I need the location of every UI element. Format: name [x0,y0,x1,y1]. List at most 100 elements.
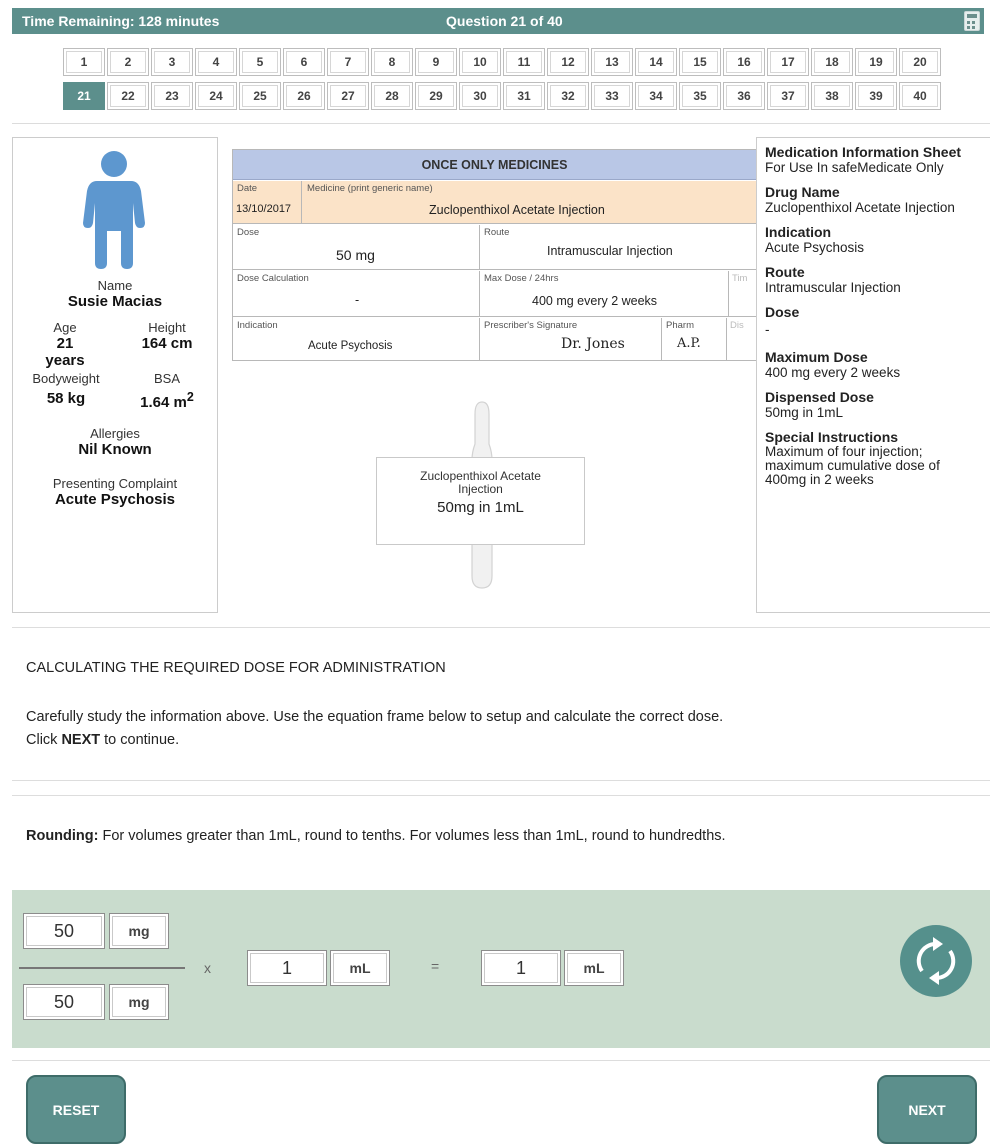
question-button-28[interactable]: 28 [371,82,413,110]
question-button-9[interactable]: 9 [415,48,457,76]
drug-name-label: Drug Name [765,184,840,200]
question-button-8[interactable]: 8 [371,48,413,76]
question-button-14[interactable]: 14 [635,48,677,76]
question-button-33[interactable]: 33 [591,82,633,110]
once-only-medicines-chart: ONCE ONLY MEDICINES Date 13/10/2017 Medi… [232,149,757,361]
info-indication: Acute Psychosis [765,240,865,255]
info-dispensed-label: Dispensed Dose [765,389,874,405]
info-dose-label: Dose [765,304,800,320]
question-button-34[interactable]: 34 [635,82,677,110]
question-button-12[interactable]: 12 [547,48,589,76]
next-button[interactable]: NEXT [877,1075,977,1144]
time-remaining: Time Remaining: 128 minutes [22,13,220,29]
question-button-6[interactable]: 6 [283,48,325,76]
question-button-31[interactable]: 31 [503,82,545,110]
question-button-11[interactable]: 11 [503,48,545,76]
info-max-dose-label: Maximum Dose [765,349,868,365]
chart-row-dose: Dose 50 mg Route Intramuscular Injection [233,225,756,270]
question-button-15[interactable]: 15 [679,48,721,76]
chart-row-calculation: Dose Calculation - Max Dose / 24hrs 400 … [233,271,756,317]
age-label: Age [53,320,77,335]
result-unit-input[interactable]: mL [564,950,624,986]
ampoule-form: Injection [458,482,503,496]
question-button-23[interactable]: 23 [151,82,193,110]
fraction-line [19,967,185,969]
patient-allergies: Nil Known [78,441,152,458]
dispensed-label: Dis [730,320,744,331]
question-button-32[interactable]: 32 [547,82,589,110]
info-max-dose: 400 mg every 2 weeks [765,365,901,380]
chart-row-indication: Indication Acute Psychosis Prescriber's … [233,318,756,361]
multiply-sign: x [204,960,211,976]
question-button-22[interactable]: 22 [107,82,149,110]
bsa-label: BSA [153,371,180,386]
question-button-26[interactable]: 26 [283,82,325,110]
numerator-value-input[interactable]: 50 [23,913,105,949]
divider [12,123,990,124]
question-button-27[interactable]: 27 [327,82,369,110]
patient-panel: Name Susie Macias Age 21 years Height 16… [12,137,218,613]
question-button-35[interactable]: 35 [679,82,721,110]
prescriber-signature: Dr. Jones [561,336,625,352]
pharm-label: Pharm [666,320,694,331]
question-button-19[interactable]: 19 [855,48,897,76]
patient-name: Susie Macias [67,293,163,310]
instructions-panel: CALCULATING THE REQUIRED DOSE FOR ADMINI… [12,627,990,781]
reset-button[interactable]: RESET [26,1075,126,1144]
question-button-5[interactable]: 5 [239,48,281,76]
numerator-unit-input[interactable]: mg [109,913,169,949]
question-button-7[interactable]: 7 [327,48,369,76]
medicine-label: Medicine (print generic name) [307,183,433,194]
drug-name: Zuclopenthixol Acetate Injection [765,200,955,215]
question-button-36[interactable]: 36 [723,82,765,110]
denominator-value-input[interactable]: 50 [23,984,105,1020]
multiplier-value-input[interactable]: 1 [247,950,327,986]
patient-bodyweight: 58 kg [46,390,86,407]
question-row-1: 1 2 3 4 5 6 7 8 9 10 11 12 13 14 15 16 17 18 19 20 [63,48,943,76]
multiplier-unit-input[interactable]: mL [330,950,390,986]
question-navigator: 1 2 3 4 5 6 7 8 9 10 11 12 13 14 15 16 17 18 19 20 21 22 23 24… [63,48,943,116]
complaint-label: Presenting Complaint [52,476,178,491]
denominator-unit-input[interactable]: mg [109,984,169,1020]
result-value-input[interactable]: 1 [481,950,561,986]
chart-row-medicine: Date 13/10/2017 Medicine (print generic … [233,181,756,224]
question-button-21[interactable]: 21 [63,82,105,110]
rounding-label: Rounding: [26,828,99,844]
info-title: Medication Information Sheet [765,144,962,160]
ampoule-strength: 50mg in 1mL [437,499,524,516]
chart-indication: Acute Psychosis [308,340,393,352]
calculator-icon[interactable] [964,11,980,31]
bodyweight-label: Bodyweight [32,371,100,386]
dose-calc-label: Dose Calculation [237,273,309,284]
question-button-38[interactable]: 38 [811,82,853,110]
question-button-37[interactable]: 37 [767,82,809,110]
bsa-superscript: 2 [186,390,194,404]
question-button-24[interactable]: 24 [195,82,237,110]
question-button-18[interactable]: 18 [811,48,853,76]
question-button-17[interactable]: 17 [767,48,809,76]
equals-sign: = [431,958,440,974]
height-label: Height [148,320,186,335]
question-button-16[interactable]: 16 [723,48,765,76]
question-button-13[interactable]: 13 [591,48,633,76]
question-row-2: 21 22 23 24 25 26 27 28 29 30 31 32 33 34 35 36 37 38 39 40 [63,82,943,110]
patient-height: 164 cm [141,335,193,352]
question-button-39[interactable]: 39 [855,82,897,110]
question-button-30[interactable]: 30 [459,82,501,110]
instructions-line-1: Carefully study the information above. U… [26,709,724,725]
rounding-rule: Rounding: For volumes greater than 1mL, … [12,795,990,877]
date-label: Date [237,183,258,194]
question-button-29[interactable]: 29 [415,82,457,110]
refresh-icon[interactable] [900,925,972,997]
allergies-label: Allergies [90,426,140,441]
question-button-2[interactable]: 2 [107,48,149,76]
time-label: Tim [732,273,748,284]
question-button-25[interactable]: 25 [239,82,281,110]
special-instructions-1: Maximum of four injection; [765,444,923,459]
question-button-10[interactable]: 10 [459,48,501,76]
question-button-40[interactable]: 40 [899,82,941,110]
question-button-4[interactable]: 4 [195,48,237,76]
question-button-20[interactable]: 20 [899,48,941,76]
question-button-1[interactable]: 1 [63,48,105,76]
question-button-3[interactable]: 3 [151,48,193,76]
